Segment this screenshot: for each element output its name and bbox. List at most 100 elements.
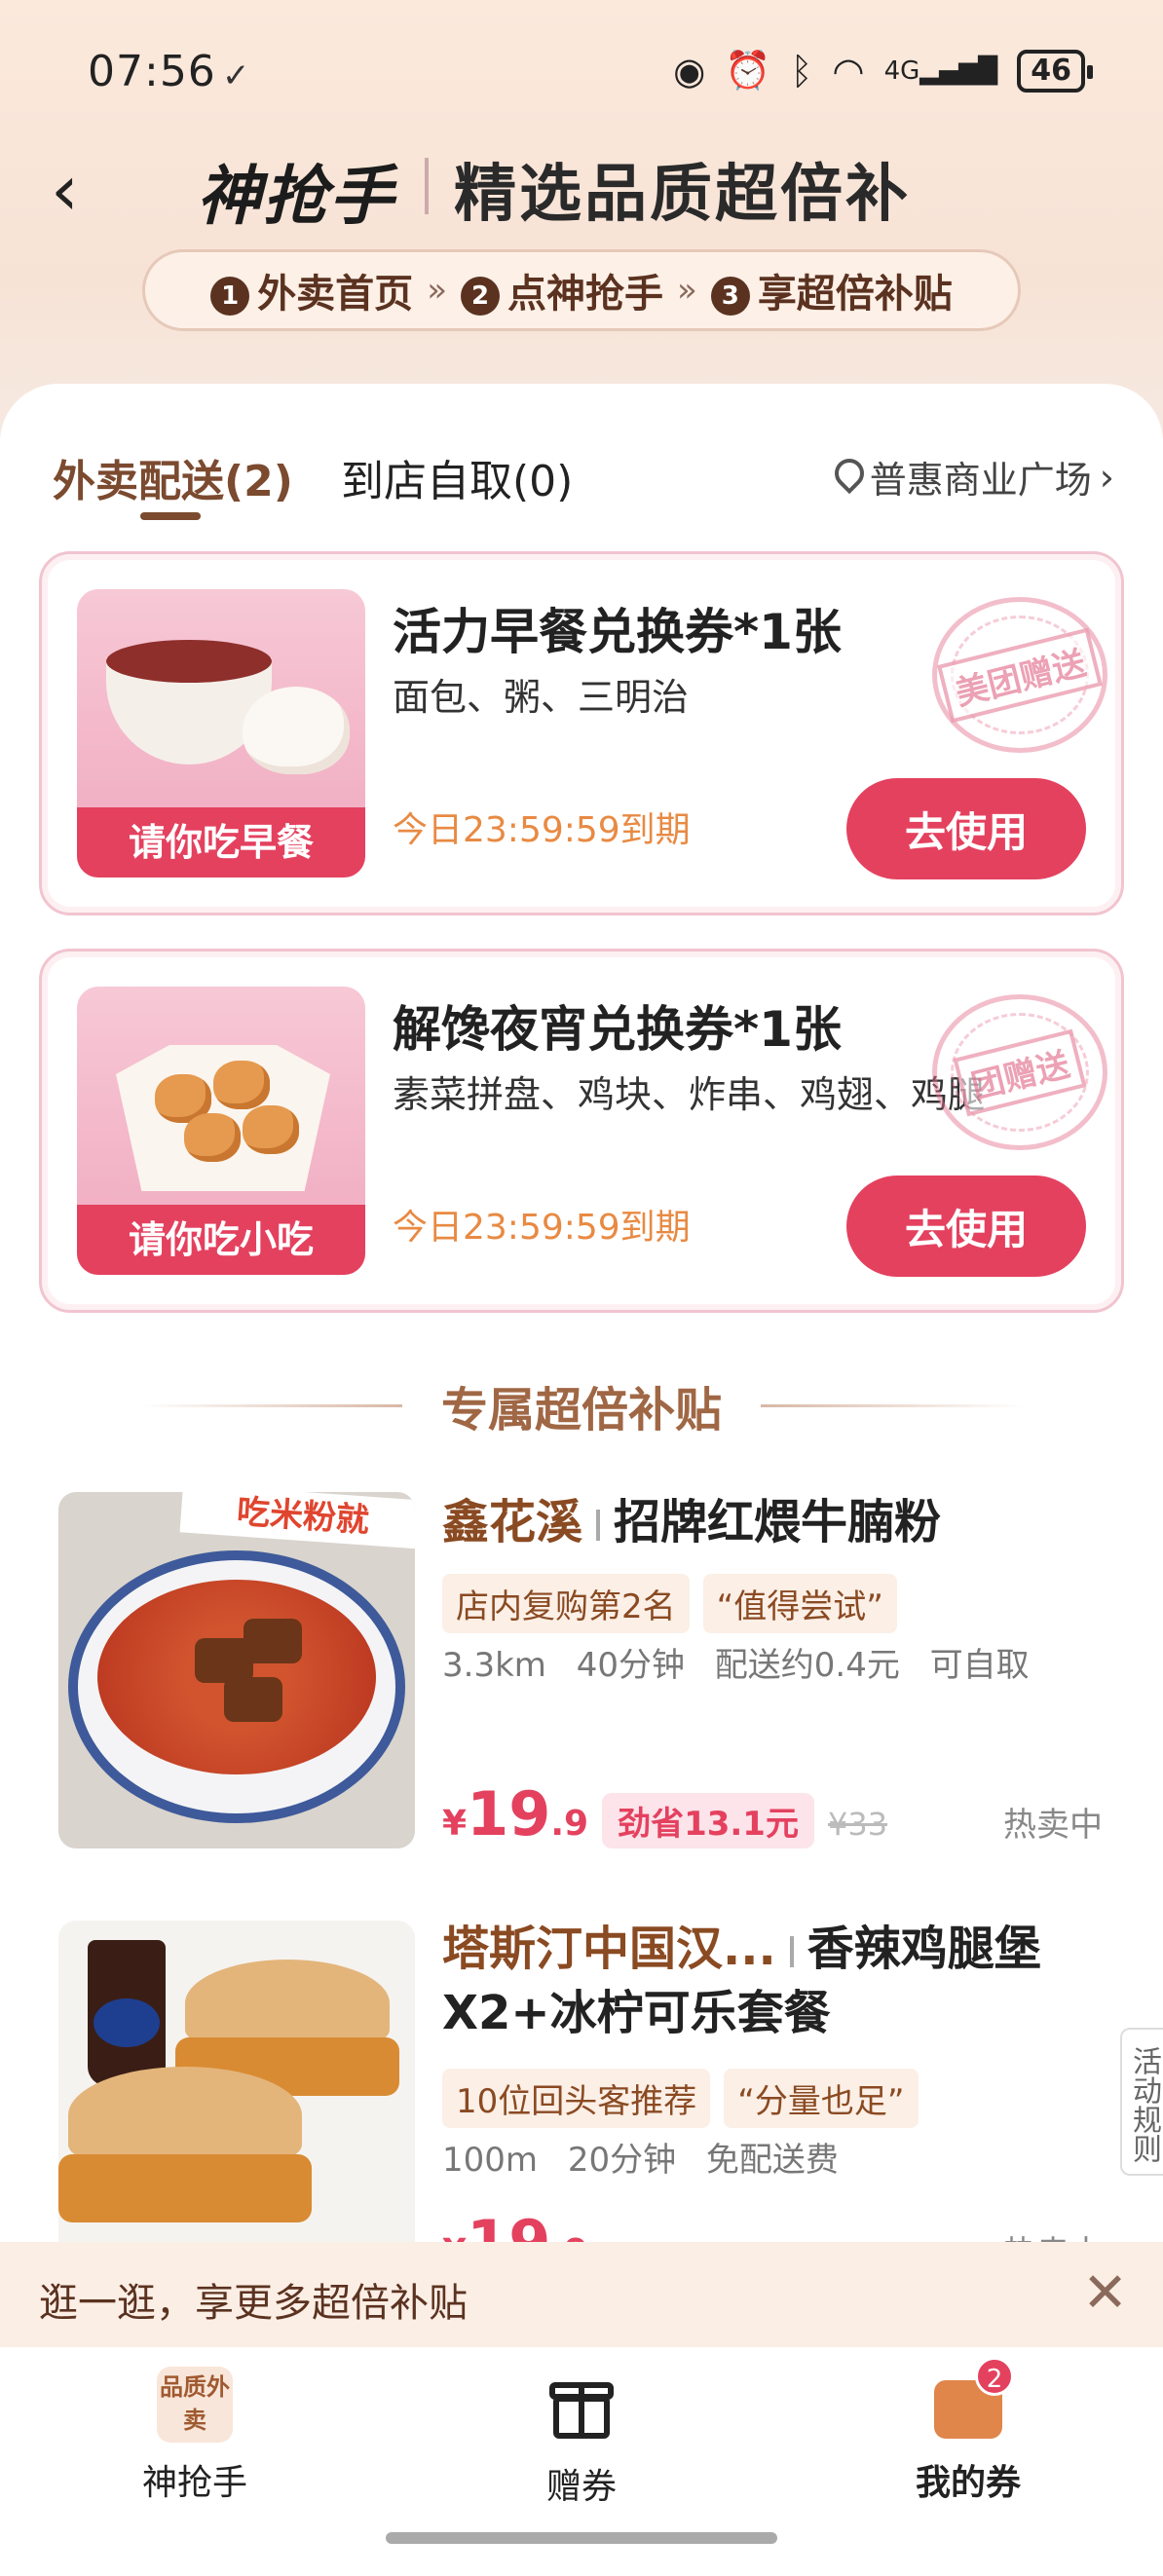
- section-heading: 专属超倍补贴: [0, 1371, 1163, 1439]
- burger-image: [185, 1960, 390, 2047]
- promo-text: 逛一逛，享更多超倍补贴: [39, 2281, 468, 2326]
- cola-cup-image: [88, 1940, 166, 2086]
- product-title: 塔斯汀中国汉... 香辣鸡腿堡 X2+冰柠可乐套餐: [442, 1917, 1041, 2045]
- nugget-image: [243, 1105, 299, 1154]
- product-image: 吃米粉就: [58, 1492, 415, 1848]
- nugget-image: [184, 1113, 241, 1162]
- brand-logo: 神抢手: [197, 159, 395, 234]
- promo-banner[interactable]: 逛一逛，享更多超倍补贴 ✕: [0, 2242, 1163, 2347]
- location-selector[interactable]: 普惠商业广场 ›: [833, 450, 1114, 504]
- voucher-card[interactable]: 请你吃早餐 活力早餐兑换券*1张 面包、粥、三明治 今日23:59:59到期 美…: [39, 551, 1124, 915]
- voucher-title: 活力早餐兑换券*1张: [393, 604, 842, 660]
- distance: 100m: [442, 2141, 539, 2180]
- nugget-image: [213, 1061, 270, 1109]
- battery-icon: 46: [1017, 49, 1093, 93]
- eye-icon: ◉: [673, 49, 706, 93]
- shop-name: 塔斯汀中国汉...: [442, 1922, 776, 1976]
- close-icon[interactable]: ✕: [1082, 2261, 1128, 2325]
- bun-image: [243, 687, 350, 774]
- use-button[interactable]: 去使用: [846, 778, 1086, 879]
- nav-label: 赠券: [545, 2467, 617, 2507]
- tab-pickup[interactable]: 到店自取(0): [341, 446, 573, 508]
- delivery-fee: 免配送费: [705, 2141, 839, 2180]
- nav-label: 我的券: [915, 2463, 1021, 2503]
- delivery-time: 20分钟: [567, 2141, 677, 2180]
- step-separator: »: [427, 271, 447, 310]
- notification-badge: 2: [975, 2357, 1014, 2396]
- tab-indicator: [140, 512, 201, 520]
- savings-badge: 劲省13.1元: [602, 1793, 814, 1848]
- original-price: ¥33: [827, 1806, 888, 1843]
- voucher-image: 请你吃早餐: [77, 589, 365, 877]
- wifi-icon: ◠: [832, 49, 865, 93]
- beef-image: [244, 1619, 302, 1663]
- voucher-desc: 素菜拼盘、鸡块、炸串、鸡翅、鸡腿: [393, 1073, 986, 1116]
- heading-line: [761, 1403, 1024, 1407]
- delivery-time: 40分钟: [576, 1646, 685, 1685]
- beef-image: [224, 1677, 282, 1722]
- delivery-fee: 配送约0.4元: [714, 1646, 900, 1685]
- voucher-image-tag: 请你吃小吃: [77, 1205, 365, 1275]
- product-name: 招牌红煨牛腩粉: [614, 1495, 942, 1549]
- step-1: 1 外卖首页: [210, 262, 413, 318]
- tag: “值得尝试”: [702, 1574, 897, 1633]
- notification-icon: ✓: [222, 56, 250, 95]
- voucher-image-tag: 请你吃早餐: [77, 807, 365, 877]
- status-icons: ◉ ⏰ ᛒ ◠ 4G▂▄▆█ 46: [673, 49, 1093, 93]
- page-subtitle: 精选品质超倍补: [454, 159, 911, 231]
- voucher-title: 解馋夜宵兑换券*1张: [393, 1001, 842, 1058]
- title-separator: [789, 1936, 794, 1967]
- nav-label: 神抢手: [141, 2463, 247, 2503]
- chevron-right-icon: ›: [1099, 455, 1114, 499]
- product-tags: 10位回头客推荐 “分量也足”: [442, 2069, 919, 2128]
- product-title: 鑫花溪 招牌红煨牛腩粉: [442, 1490, 941, 1554]
- step-separator: »: [677, 271, 697, 310]
- product-name-cont: X2+冰柠可乐套餐: [442, 1986, 831, 2040]
- section-title: 专属超倍补贴: [440, 1383, 722, 1437]
- nav-item-shenqiangshou[interactable]: 品质外卖 神抢手: [68, 2367, 321, 2505]
- coupon-icon: 2: [934, 2357, 1014, 2439]
- shop-name: 鑫花溪: [442, 1495, 583, 1549]
- status-time: 07:56: [88, 47, 216, 96]
- tag: “分量也足”: [724, 2069, 919, 2128]
- price-row: ¥19.9 劲省13.1元 ¥33: [442, 1778, 887, 1849]
- product-image: [58, 1921, 415, 2277]
- tab-delivery[interactable]: 外卖配送(2): [53, 446, 293, 508]
- gift-stamp: 团赠送: [932, 994, 1107, 1150]
- step-3: 3 享超倍补贴: [710, 262, 953, 318]
- voucher-expire: 今日23:59:59到期: [393, 1208, 691, 1248]
- pickup-option: 可自取: [929, 1646, 1030, 1685]
- product-card[interactable]: 吃米粉就 鑫花溪 招牌红煨牛腩粉 店内复购第2名 “值得尝试” 3.3km 40分…: [33, 1467, 1130, 1870]
- product-name: 香辣鸡腿堡: [807, 1922, 1041, 1976]
- product-meta: 100m 20分钟 免配送费: [442, 2133, 858, 2181]
- bluetooth-icon: ᛒ: [790, 49, 813, 93]
- title-separator: [596, 1510, 601, 1541]
- tag: 店内复购第2名: [442, 1574, 690, 1633]
- home-indicator[interactable]: [386, 2532, 777, 2544]
- voucher-card[interactable]: 请你吃小吃 解馋夜宵兑换券*1张 素菜拼盘、鸡块、炸串、鸡翅、鸡腿 今日23:5…: [39, 949, 1124, 1313]
- gift-stamp: 美团赠送: [932, 597, 1107, 753]
- burger-image: [68, 2067, 302, 2164]
- location-pin-icon: [833, 459, 862, 496]
- price: ¥19.9: [442, 1778, 589, 1849]
- gift-icon: [544, 2367, 619, 2443]
- product-meta: 3.3km 40分钟 配送约0.4元 可自取: [442, 1638, 1049, 1686]
- header-divider: [425, 158, 429, 214]
- activity-rules-button[interactable]: 活动规则: [1120, 2028, 1163, 2176]
- status-label: 热卖中: [1003, 1806, 1103, 1845]
- nav-item-gift-coupons[interactable]: 赠券: [455, 2367, 708, 2509]
- burger-image: [58, 2154, 312, 2222]
- step-2: 2 点神抢手: [461, 262, 663, 318]
- signal-icon: 4G▂▄▆█: [883, 56, 998, 86]
- product-tags: 店内复购第2名 “值得尝试”: [442, 1574, 897, 1633]
- alarm-icon: ⏰: [725, 49, 771, 92]
- quality-takeout-icon: 品质外卖: [157, 2367, 233, 2443]
- voucher-desc: 面包、粥、三明治: [393, 676, 690, 719]
- nav-item-my-coupons[interactable]: 2 我的券: [842, 2357, 1095, 2505]
- voucher-image: 请你吃小吃: [77, 987, 365, 1275]
- voucher-expire: 今日23:59:59到期: [393, 810, 691, 850]
- use-button[interactable]: 去使用: [846, 1176, 1086, 1277]
- location-label: 普惠商业广场: [869, 459, 1092, 502]
- back-button[interactable]: ‹: [51, 155, 99, 225]
- steps-guide: 1 外卖首页 » 2 点神抢手 » 3 享超倍补贴: [142, 249, 1021, 331]
